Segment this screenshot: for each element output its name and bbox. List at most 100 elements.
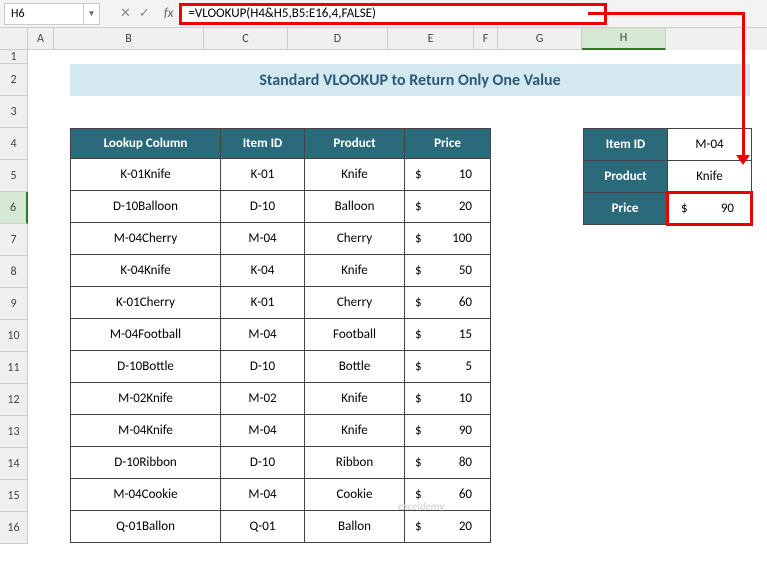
cell-lookup[interactable]: M-04Knife xyxy=(71,415,221,447)
cell-item[interactable]: D-10 xyxy=(221,447,305,479)
accept-icon[interactable]: ✓ xyxy=(139,6,150,21)
cell-product[interactable]: Cherry xyxy=(305,223,405,255)
cell-lookup[interactable]: Q-01Ballon xyxy=(71,511,221,543)
cell-price[interactable]: $15 xyxy=(405,319,491,351)
cell-price[interactable]: $100 xyxy=(405,223,491,255)
column-header-B[interactable]: B xyxy=(54,28,204,50)
row-header-14[interactable]: 14 xyxy=(0,448,28,480)
cell-item[interactable]: K-04 xyxy=(221,255,305,287)
cell-product[interactable]: Knife xyxy=(305,159,405,191)
cell-price[interactable]: $90 xyxy=(405,415,491,447)
result-value: 90 xyxy=(721,201,742,216)
formula-input[interactable]: =VLOOKUP(H4&H5,B5:E16,4,FALSE) xyxy=(179,3,607,25)
row-header-11[interactable]: 11 xyxy=(0,352,28,384)
lookup-product-label[interactable]: Product xyxy=(584,161,668,193)
column-header-E[interactable]: E xyxy=(388,28,474,50)
cell-item[interactable]: K-01 xyxy=(221,159,305,191)
cell-price[interactable]: $10 xyxy=(405,159,491,191)
name-box[interactable]: H6 xyxy=(4,3,84,25)
row-header-13[interactable]: 13 xyxy=(0,416,28,448)
cell-price[interactable]: $5 xyxy=(405,351,491,383)
header-price[interactable]: Price xyxy=(405,129,491,159)
cell-price[interactable]: $80 xyxy=(405,447,491,479)
row-header-2[interactable]: 2 xyxy=(0,64,28,96)
watermark: exceldemy xyxy=(398,500,444,513)
column-headers: ABCDEFGH xyxy=(0,28,767,50)
row-header-10[interactable]: 10 xyxy=(0,320,28,352)
row-header-9[interactable]: 9 xyxy=(0,288,28,320)
table-row: D-10Balloon D-10 Balloon $20 xyxy=(71,191,491,223)
cell-item[interactable]: M-04 xyxy=(221,319,305,351)
column-header-A[interactable]: A xyxy=(28,28,54,50)
row-header-8[interactable]: 8 xyxy=(0,256,28,288)
row-header-4[interactable]: 4 xyxy=(0,128,28,160)
column-header-H[interactable]: H xyxy=(582,28,666,50)
row-header-16[interactable]: 16 xyxy=(0,512,28,544)
cell-lookup[interactable]: K-04Knife xyxy=(71,255,221,287)
currency-symbol: $ xyxy=(677,201,688,216)
cell-price[interactable]: $10 xyxy=(405,383,491,415)
cell-product[interactable]: Football xyxy=(305,319,405,351)
column-header-C[interactable]: C xyxy=(204,28,288,50)
cell-item[interactable]: M-02 xyxy=(221,383,305,415)
row-header-7[interactable]: 7 xyxy=(0,224,28,256)
cell-item[interactable]: M-04 xyxy=(221,415,305,447)
name-box-dropdown[interactable]: ▼ xyxy=(84,3,100,25)
cell-item[interactable]: M-04 xyxy=(221,479,305,511)
cell-lookup[interactable]: D-10Balloon xyxy=(71,191,221,223)
table-row: M-04Football M-04 Football $15 xyxy=(71,319,491,351)
row-header-3[interactable]: 3 xyxy=(0,96,28,128)
cell-item[interactable]: D-10 xyxy=(221,351,305,383)
row-header-15[interactable]: 15 xyxy=(0,480,28,512)
cell-product[interactable]: Knife xyxy=(305,255,405,287)
cell-product[interactable]: Bottle xyxy=(305,351,405,383)
table-row: K-04Knife K-04 Knife $50 xyxy=(71,255,491,287)
cell-product[interactable]: Knife xyxy=(305,383,405,415)
cell-price[interactable]: $60 xyxy=(405,287,491,319)
cell-item[interactable]: K-01 xyxy=(221,287,305,319)
cell-lookup[interactable]: M-04Cookie xyxy=(71,479,221,511)
cell-lookup[interactable]: K-01Cherry xyxy=(71,287,221,319)
fx-icon[interactable]: fx xyxy=(164,6,174,21)
row-header-12[interactable]: 12 xyxy=(0,384,28,416)
column-header-G[interactable]: G xyxy=(498,28,582,50)
column-header-F[interactable]: F xyxy=(474,28,498,50)
table-row: K-01Knife K-01 Knife $10 xyxy=(71,159,491,191)
lookup-price-result[interactable]: $ 90 xyxy=(668,193,752,225)
table-header-row: Lookup Column Item ID Product Price xyxy=(71,129,491,159)
cell-lookup[interactable]: D-10Ribbon xyxy=(71,447,221,479)
cell-product[interactable]: Ribbon xyxy=(305,447,405,479)
row-header-6[interactable]: 6 xyxy=(0,192,28,224)
cell-price[interactable]: $20 xyxy=(405,191,491,223)
lookup-product-value[interactable]: Knife xyxy=(668,161,752,193)
column-header-D[interactable]: D xyxy=(288,28,388,50)
table-row: M-04Knife M-04 Knife $90 xyxy=(71,415,491,447)
cancel-icon[interactable]: ✕ xyxy=(120,6,131,21)
cell-product[interactable]: Knife xyxy=(305,415,405,447)
cells-area[interactable]: Standard VLOOKUP to Return Only One Valu… xyxy=(28,50,767,544)
cell-lookup[interactable]: M-02Knife xyxy=(71,383,221,415)
cell-lookup[interactable]: M-04Football xyxy=(71,319,221,351)
cell-product[interactable]: Cherry xyxy=(305,287,405,319)
cell-item[interactable]: D-10 xyxy=(221,191,305,223)
cell-item[interactable]: Q-01 xyxy=(221,511,305,543)
cell-product[interactable]: Cookie xyxy=(305,479,405,511)
cell-product[interactable]: Balloon xyxy=(305,191,405,223)
cell-lookup[interactable]: K-01Knife xyxy=(71,159,221,191)
cell-item[interactable]: M-04 xyxy=(221,223,305,255)
table-row: M-04Cherry M-04 Cherry $100 xyxy=(71,223,491,255)
cell-product[interactable]: Ballon xyxy=(305,511,405,543)
cell-price[interactable]: $20 xyxy=(405,511,491,543)
table-row: Q-01Ballon Q-01 Ballon $20 xyxy=(71,511,491,543)
lookup-item-label[interactable]: Item ID xyxy=(584,129,668,161)
row-header-5[interactable]: 5 xyxy=(0,160,28,192)
row-header-1[interactable]: 1 xyxy=(0,50,28,64)
cell-lookup[interactable]: M-04Cherry xyxy=(71,223,221,255)
header-item[interactable]: Item ID xyxy=(221,129,305,159)
header-lookup[interactable]: Lookup Column xyxy=(71,129,221,159)
cell-price[interactable]: $50 xyxy=(405,255,491,287)
header-product[interactable]: Product xyxy=(305,129,405,159)
select-all-corner[interactable] xyxy=(0,28,28,50)
cell-lookup[interactable]: D-10Bottle xyxy=(71,351,221,383)
lookup-price-label[interactable]: Price xyxy=(584,193,668,225)
